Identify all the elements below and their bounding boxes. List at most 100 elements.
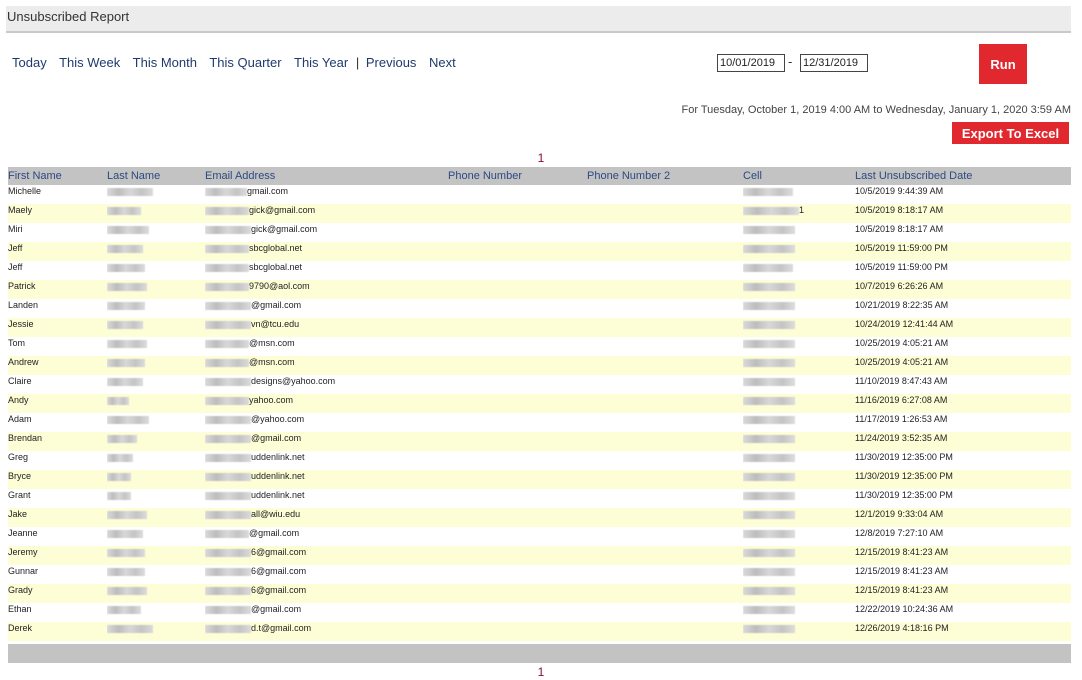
redacted-cell-number — [743, 378, 795, 386]
cell-phone — [448, 489, 587, 508]
cell-last-name — [107, 375, 205, 394]
cell-phone-2 — [587, 242, 743, 261]
table-row[interactable]: Gunnar 6@gmail.com 12/15/2019 8:41:23 AM — [8, 565, 1071, 584]
unsubscribed-date-text: 11/30/2019 12:35:00 PM — [855, 490, 953, 500]
pager-bottom: 1 — [0, 665, 1082, 679]
table-row[interactable]: Michelle gmail.com 10/5/2019 9:44:39 AM — [8, 185, 1071, 204]
column-header-last-name[interactable]: Last Name — [107, 167, 205, 185]
table-row[interactable]: Derek d.t@gmail.com 12/26/2019 4:18:16 PM — [8, 622, 1071, 641]
cell-last-unsubscribed-date: 10/5/2019 8:18:17 AM — [855, 223, 1071, 242]
cell-phone — [448, 622, 587, 641]
nav-next-link[interactable]: Next — [429, 55, 456, 70]
cell-cell — [743, 527, 855, 546]
cell-first-name: Grant — [8, 489, 107, 508]
cell-last-name — [107, 508, 205, 527]
redacted-cell-number — [743, 188, 793, 196]
cell-phone-2 — [587, 565, 743, 584]
email-suffix-text: uddenlink.net — [251, 490, 305, 500]
pager-top-page-1[interactable]: 1 — [538, 151, 545, 165]
redacted-email-prefix — [205, 378, 251, 386]
table-row[interactable]: Brendan @gmail.com 11/24/2019 3:52:35 AM — [8, 432, 1071, 451]
cell-first-name: Brendan — [8, 432, 107, 451]
table-row[interactable]: Claire designs@yahoo.com 11/10/2019 8:47:4… — [8, 375, 1071, 394]
start-date-input[interactable] — [717, 54, 785, 72]
unsubscribed-date-text: 10/24/2019 12:41:44 AM — [855, 319, 954, 329]
table-row[interactable]: Jeanne @gmail.com 12/8/2019 7:27:10 AM — [8, 527, 1071, 546]
table-row[interactable]: Jeremy 6@gmail.com 12/15/2019 8:41:23 AM — [8, 546, 1071, 565]
first-name-text: Andrew — [8, 357, 39, 367]
nav-today-link[interactable]: Today — [12, 55, 47, 70]
cell-phone — [448, 185, 587, 204]
nav-this-week-link[interactable]: This Week — [59, 55, 120, 70]
cell-first-name: Jessie — [8, 318, 107, 337]
cell-last-unsubscribed-date: 12/8/2019 7:27:10 AM — [855, 527, 1071, 546]
run-button[interactable]: Run — [979, 44, 1027, 84]
cell-email: yahoo.com — [205, 394, 448, 413]
column-header-last-unsubscribed-date[interactable]: Last Unsubscribed Date — [855, 167, 1071, 185]
cell-first-name: Michelle — [8, 185, 107, 204]
table-row[interactable]: Landen @gmail.com 10/21/2019 8:22:35 AM — [8, 299, 1071, 318]
cell-phone-2 — [587, 185, 743, 204]
first-name-text: Landen — [8, 300, 39, 310]
column-header-first-name[interactable]: First Name — [8, 167, 107, 185]
column-header-phone[interactable]: Phone Number — [448, 167, 587, 185]
table-row[interactable]: Jessie vn@tcu.edu 10/24/2019 12:41:44 AM — [8, 318, 1071, 337]
cell-phone-2 — [587, 204, 743, 223]
first-name-text: Michelle — [8, 186, 42, 196]
cell-first-name: Jeff — [8, 261, 107, 280]
table-row[interactable]: Adam @yahoo.com 11/17/2019 1:26:53 AM — [8, 413, 1071, 432]
table-row[interactable]: Jeff sbcglobal.net 10/5/2019 11:59:00 PM — [8, 242, 1071, 261]
cell-phone — [448, 546, 587, 565]
redacted-last-name — [107, 416, 149, 424]
cell-cell — [743, 565, 855, 584]
export-to-excel-button[interactable]: Export To Excel — [952, 122, 1069, 144]
cell-first-name: Grady — [8, 584, 107, 603]
nav-this-month-link[interactable]: This Month — [133, 55, 197, 70]
column-header-cell[interactable]: Cell — [743, 167, 855, 185]
nav-previous-link[interactable]: Previous — [366, 55, 417, 70]
redacted-cell-number — [743, 492, 795, 500]
nav-this-year-link[interactable]: This Year — [294, 55, 348, 70]
pager-bottom-page-1[interactable]: 1 — [538, 665, 545, 679]
email-suffix-text: 6@gmail.com — [251, 566, 307, 576]
column-header-email[interactable]: Email Address — [205, 167, 448, 185]
cell-last-name — [107, 299, 205, 318]
table-row[interactable]: Andy yahoo.com 11/16/2019 6:27:08 AM — [8, 394, 1071, 413]
table-row[interactable]: Miri gick@gmail.com 10/5/2019 8:18:17 AM — [8, 223, 1071, 242]
table-row[interactable]: Andrew @msn.com 10/25/2019 4:05:21 AM — [8, 356, 1071, 375]
cell-suffix-text: 1 — [799, 205, 805, 215]
table-row[interactable]: Grant uddenlink.net 11/30/2019 12:35:00 PM — [8, 489, 1071, 508]
unsubscribed-date-text: 12/22/2019 10:24:36 AM — [855, 604, 954, 614]
cell-email: @msn.com — [205, 337, 448, 356]
cell-phone-2 — [587, 375, 743, 394]
cell-phone — [448, 204, 587, 223]
table-row[interactable]: Grady 6@gmail.com 12/15/2019 8:41:23 AM — [8, 584, 1071, 603]
cell-last-name — [107, 394, 205, 413]
table-row[interactable]: Tom @msn.com 10/25/2019 4:05:21 AM — [8, 337, 1071, 356]
cell-last-unsubscribed-date: 10/7/2019 6:26:26 AM — [855, 280, 1071, 299]
cell-first-name: Jeff — [8, 242, 107, 261]
nav-this-quarter-link[interactable]: This Quarter — [209, 55, 281, 70]
first-name-text: Patrick — [8, 281, 36, 291]
table-row[interactable]: Greg uddenlink.net 11/30/2019 12:35:00 PM — [8, 451, 1071, 470]
table-row[interactable]: Bryce uddenlink.net 11/30/2019 12:35:00 PM — [8, 470, 1071, 489]
email-suffix-text: gick@gmail.com — [249, 205, 316, 215]
date-range-dash: - — [788, 54, 793, 69]
table-row[interactable]: Jeff sbcglobal.net 10/5/2019 11:59:00 PM — [8, 261, 1071, 280]
cell-first-name: Andy — [8, 394, 107, 413]
unsubscribed-date-text: 12/15/2019 8:41:23 AM — [855, 566, 949, 576]
page-title: Unsubscribed Report — [7, 9, 130, 24]
table-row[interactable]: Patrick 9790@aol.com 10/7/2019 6:26:26 AM — [8, 280, 1071, 299]
table-row[interactable]: Maely gick@gmail.com 1 10/5/2019 8:18:17 AM — [8, 204, 1071, 223]
table-row[interactable]: Jake all@wiu.edu 12/1/2019 9:33:04 AM — [8, 508, 1071, 527]
cell-phone — [448, 584, 587, 603]
cell-phone — [448, 261, 587, 280]
cell-email: 6@gmail.com — [205, 565, 448, 584]
table-row[interactable]: Ethan @gmail.com 12/22/2019 10:24:36 AM — [8, 603, 1071, 622]
redacted-email-prefix — [205, 435, 251, 443]
email-suffix-text: gick@gmail.com — [251, 224, 318, 234]
column-header-phone-2[interactable]: Phone Number 2 — [587, 167, 743, 185]
end-date-input[interactable] — [800, 54, 868, 72]
date-range-description: For Tuesday, October 1, 2019 4:00 AM to … — [681, 104, 1071, 116]
cell-first-name: Bryce — [8, 470, 107, 489]
